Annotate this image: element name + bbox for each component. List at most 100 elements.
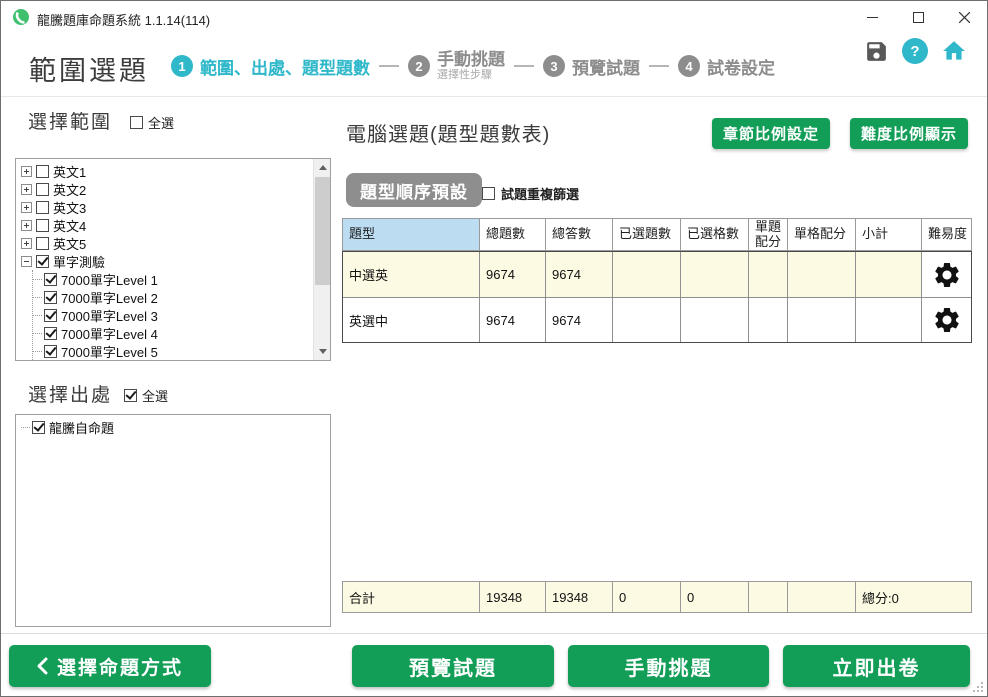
range-select-all-checkbox[interactable] <box>130 116 143 129</box>
chevron-left-icon <box>37 657 48 675</box>
row-selected-questions-cell[interactable] <box>612 297 680 342</box>
tree-checkbox[interactable] <box>44 273 57 286</box>
gear-icon <box>932 305 962 335</box>
row-settings-gear-button[interactable] <box>921 297 971 342</box>
chapter-ratio-button[interactable]: 章節比例設定 <box>712 118 830 149</box>
row-subtotal-cell <box>855 297 921 342</box>
scroll-up-icon[interactable] <box>314 159 331 176</box>
row-question-score-cell[interactable] <box>748 252 787 297</box>
app-window: 龍騰題庫命題系統 1.1.14(114) 範圍選題 1 範圍、出處、題型題數 2… <box>0 0 988 697</box>
step-3[interactable]: 3 預覽試題 <box>543 54 640 79</box>
tree-child-item[interactable]: 7000單字Level 1 <box>33 270 312 288</box>
range-select-all-label: 全選 <box>148 113 174 132</box>
row-subtotal-cell <box>855 252 921 297</box>
tree-item-label: 單字測驗 <box>53 252 105 271</box>
row-total-questions-cell: 9674 <box>479 297 545 342</box>
source-select-all[interactable]: 全選 <box>124 386 168 405</box>
expand-icon[interactable] <box>21 238 32 249</box>
row-selected-cells-cell[interactable] <box>680 297 748 342</box>
generate-paper-button[interactable]: 立即出卷 <box>783 645 970 687</box>
header-cell: 單題配分 <box>748 219 787 250</box>
expand-icon[interactable] <box>21 220 32 231</box>
tree-guide <box>33 333 42 334</box>
tree-item[interactable]: 英文5 <box>21 234 312 252</box>
expand-icon[interactable] <box>21 202 32 213</box>
footer-divider <box>1 633 987 634</box>
tree-checkbox[interactable] <box>36 219 49 232</box>
back-button-label: 選擇命題方式 <box>57 653 183 680</box>
back-button[interactable]: 選擇命題方式 <box>9 645 211 687</box>
range-section-title: 選擇範圍 <box>28 107 112 134</box>
range-select-all[interactable]: 全選 <box>130 113 174 132</box>
duplicate-filter-label: 試題重複篩選 <box>501 184 579 203</box>
tree-item[interactable]: 英文2 <box>21 180 312 198</box>
expand-icon[interactable] <box>21 166 32 177</box>
row-cell-score-cell[interactable] <box>787 252 855 297</box>
tree-item-label: 7000單字Level 2 <box>61 288 158 307</box>
range-tree-scrollbar[interactable] <box>313 159 330 360</box>
tree-checkbox[interactable] <box>44 327 57 340</box>
tree-child-item[interactable]: 7000單字Level 3 <box>33 306 312 324</box>
row-type-cell: 英選中 <box>343 297 479 342</box>
tree-child-item[interactable]: 7000單字Level 2 <box>33 288 312 306</box>
collapse-icon[interactable] <box>21 256 32 267</box>
tree-checkbox[interactable] <box>36 201 49 214</box>
scroll-thumb[interactable] <box>315 177 330 285</box>
tree-item[interactable]: 龍騰自命題 <box>21 418 330 436</box>
row-settings-gear-button[interactable] <box>921 252 971 297</box>
tree-item-label: 7000單字Level 3 <box>61 306 158 325</box>
table-total-row: 合計 19348 19348 0 0 總分:0 <box>342 581 972 613</box>
tree-checkbox[interactable] <box>44 291 57 304</box>
total-questions-cell: 19348 <box>479 582 545 612</box>
tree-item-expanded[interactable]: 單字測驗 <box>21 252 312 270</box>
step-2[interactable]: 2 手動挑題 選擇性步驟 <box>408 50 505 82</box>
duplicate-filter[interactable]: 試題重複篩選 <box>482 183 579 203</box>
step-4[interactable]: 4 試卷設定 <box>678 54 775 79</box>
tree-checkbox[interactable] <box>44 345 57 358</box>
tree-item[interactable]: 英文1 <box>21 162 312 180</box>
difficulty-ratio-button[interactable]: 難度比例顯示 <box>850 118 968 149</box>
close-button[interactable] <box>941 1 987 33</box>
tree-item[interactable]: 英文3 <box>21 198 312 216</box>
help-icon[interactable]: ? <box>902 38 928 64</box>
tree-child-item[interactable]: 7000單字Level 5 <box>33 342 312 360</box>
resize-grip[interactable] <box>974 683 983 692</box>
home-icon[interactable] <box>941 38 967 64</box>
page-title: 範圍選題 <box>29 49 149 88</box>
row-total-answers-cell: 9674 <box>545 252 612 297</box>
row-selected-cells-cell[interactable] <box>680 252 748 297</box>
tree-checkbox[interactable] <box>36 255 49 268</box>
tree-item-label: 英文1 <box>53 162 86 181</box>
tree-child-item[interactable]: 7000單字Level 4 <box>33 324 312 342</box>
row-cell-score-cell[interactable] <box>787 297 855 342</box>
minimize-button[interactable] <box>849 1 895 33</box>
tree-checkbox[interactable] <box>36 237 49 250</box>
tree-item[interactable]: 英文4 <box>21 216 312 234</box>
row-selected-questions-cell[interactable] <box>612 252 680 297</box>
source-section-title: 選擇出處 <box>28 380 112 407</box>
save-icon[interactable] <box>864 39 889 64</box>
row-total-answers-cell: 9674 <box>545 297 612 342</box>
type-order-button[interactable]: 題型順序預設 <box>346 173 482 207</box>
expand-icon[interactable] <box>21 184 32 195</box>
total-score-cell: 總分:0 <box>855 582 971 612</box>
step-1[interactable]: 1 範圍、出處、題型題數 <box>171 54 370 79</box>
scroll-down-icon[interactable] <box>314 343 331 360</box>
tree-checkbox[interactable] <box>36 165 49 178</box>
row-question-score-cell[interactable] <box>748 297 787 342</box>
step-4-label: 試卷設定 <box>707 54 775 79</box>
title-bar: 龍騰題庫命題系統 1.1.14(114) <box>1 1 987 33</box>
duplicate-filter-checkbox[interactable] <box>482 187 495 200</box>
preview-questions-button[interactable]: 預覽試題 <box>352 645 554 687</box>
tree-checkbox[interactable] <box>36 183 49 196</box>
tree-checkbox[interactable] <box>32 421 45 434</box>
total-selected-cells-cell: 0 <box>680 582 748 612</box>
step-connector <box>514 65 534 67</box>
tree-item-label: 英文4 <box>53 216 86 235</box>
source-select-all-checkbox[interactable] <box>124 389 137 402</box>
tree-checkbox[interactable] <box>44 309 57 322</box>
total-cell-score-cell <box>787 582 855 612</box>
manual-pick-button[interactable]: 手動挑題 <box>568 645 769 687</box>
step-1-label: 範圍、出處、題型題數 <box>200 54 370 79</box>
maximize-button[interactable] <box>895 1 941 33</box>
